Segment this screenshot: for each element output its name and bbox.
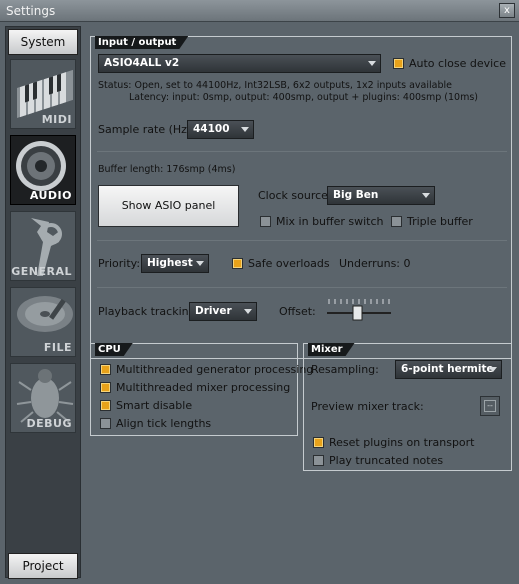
sample-rate-dropdown[interactable]: 44100 xyxy=(187,120,254,139)
multithreaded-mixer-checkbox[interactable] xyxy=(100,382,111,393)
triple-buffer-checkbox[interactable] xyxy=(391,216,402,227)
input-output-title: Input / output xyxy=(95,36,188,49)
smart-disable-checkbox[interactable] xyxy=(100,400,111,411)
sample-rate-value: 44100 xyxy=(193,123,230,135)
divider xyxy=(97,287,507,288)
cpu-group: CPU Multithreaded generator processing M… xyxy=(90,343,313,436)
slider-handle xyxy=(352,305,363,321)
reset-plugins-label: Reset plugins on transport xyxy=(329,436,475,449)
show-asio-panel-button[interactable]: Show ASIO panel xyxy=(98,185,239,227)
sample-rate-label: Sample rate (Hz): xyxy=(98,123,195,136)
buffer-length: Buffer length: 176smp (4ms) xyxy=(98,164,236,175)
truncated-notes-label: Play truncated notes xyxy=(329,454,444,467)
auto-close-checkbox[interactable] xyxy=(393,58,404,69)
close-button[interactable]: x xyxy=(499,3,515,18)
category-label: DEBUG xyxy=(26,417,72,430)
align-tick-lengths-checkbox[interactable] xyxy=(100,418,111,429)
title-bar: Settings x xyxy=(0,0,519,22)
project-button[interactable]: Project xyxy=(8,553,78,579)
category-midi[interactable]: MIDI xyxy=(10,59,76,129)
category-label: AUDIO xyxy=(29,189,72,202)
clock-source-value: Big Ben xyxy=(333,189,379,201)
settings-sidebar: System MIDI AUDIO GENERAL FILE DEBUG Pro… xyxy=(5,26,81,579)
status-line: Status: Open, set to 44100Hz, Int32LSB, … xyxy=(98,80,452,91)
underruns-readout: Underruns: 0 xyxy=(339,257,411,270)
align-tick-lengths-label: Align tick lengths xyxy=(116,417,212,430)
safe-overloads-label: Safe overloads xyxy=(248,257,330,270)
priority-label: Priority: xyxy=(98,257,141,270)
multithreaded-mixer-label: Multithreaded mixer processing xyxy=(116,381,291,394)
chevron-down-icon xyxy=(368,61,376,66)
chevron-down-icon xyxy=(196,261,204,266)
chevron-down-icon xyxy=(244,309,252,314)
category-label: FILE xyxy=(43,341,72,354)
category-debug[interactable]: DEBUG xyxy=(10,363,76,433)
device-value: ASIO4ALL v2 xyxy=(104,57,180,69)
category-label: GENERAL xyxy=(11,265,72,278)
category-file[interactable]: FILE xyxy=(10,287,76,357)
resampling-dropdown[interactable]: 6-point hermite xyxy=(395,360,502,379)
clock-source-label: Clock source: xyxy=(258,189,332,202)
offset-slider[interactable] xyxy=(325,295,393,323)
priority-dropdown[interactable]: Highest xyxy=(141,254,209,273)
resampling-label: Resampling: xyxy=(311,363,379,376)
close-icon[interactable]: x xyxy=(504,5,510,16)
system-button[interactable]: System xyxy=(8,29,78,55)
latency-line: Latency: input: 0smp, output: 400smp, ou… xyxy=(129,92,478,103)
reset-plugins-checkbox[interactable] xyxy=(313,437,324,448)
multithreaded-generator-checkbox[interactable] xyxy=(100,364,111,375)
multithreaded-generator-label: Multithreaded generator processing xyxy=(116,363,314,376)
preview-mixer-track-label: Preview mixer track: xyxy=(311,400,424,413)
category-audio[interactable]: AUDIO xyxy=(10,135,76,205)
category-label: MIDI xyxy=(41,113,72,126)
preview-mixer-track-selector[interactable]: -- xyxy=(480,396,500,416)
playback-tracking-value: Driver xyxy=(195,305,232,317)
priority-value: Highest xyxy=(147,257,193,269)
smart-disable-label: Smart disable xyxy=(116,399,193,412)
triple-buffer-label: Triple buffer xyxy=(407,215,473,228)
window-title: Settings xyxy=(6,4,56,18)
auto-close-label: Auto close device xyxy=(409,57,506,70)
resampling-value: 6-point hermite xyxy=(401,363,494,375)
playback-tracking-dropdown[interactable]: Driver xyxy=(189,302,257,321)
playback-tracking-label: Playback tracking: xyxy=(98,305,200,318)
cpu-title: CPU xyxy=(95,343,133,356)
category-general[interactable]: GENERAL xyxy=(10,211,76,281)
chevron-down-icon xyxy=(422,193,430,198)
truncated-notes-checkbox[interactable] xyxy=(313,455,324,466)
divider xyxy=(97,151,507,152)
mix-buffer-label: Mix in buffer switch xyxy=(276,215,384,228)
mix-buffer-checkbox[interactable] xyxy=(260,216,271,227)
device-dropdown[interactable]: ASIO4ALL v2 xyxy=(98,54,381,73)
mixer-title: Mixer xyxy=(308,343,355,356)
chevron-down-icon xyxy=(489,367,497,372)
chevron-down-icon xyxy=(241,127,249,132)
clock-source-dropdown[interactable]: Big Ben xyxy=(327,186,435,205)
preview-mixer-track-value: -- xyxy=(484,400,496,412)
input-output-group: Input / output ASIO4ALL v2 Auto close de… xyxy=(90,36,512,359)
safe-overloads-checkbox[interactable] xyxy=(232,258,243,269)
offset-label: Offset: xyxy=(279,305,316,318)
divider xyxy=(97,240,507,241)
mixer-group: Mixer Resampling: 6-point hermite Previe… xyxy=(303,343,512,471)
audio-settings-panel: Input / output ASIO4ALL v2 Auto close de… xyxy=(86,26,515,578)
